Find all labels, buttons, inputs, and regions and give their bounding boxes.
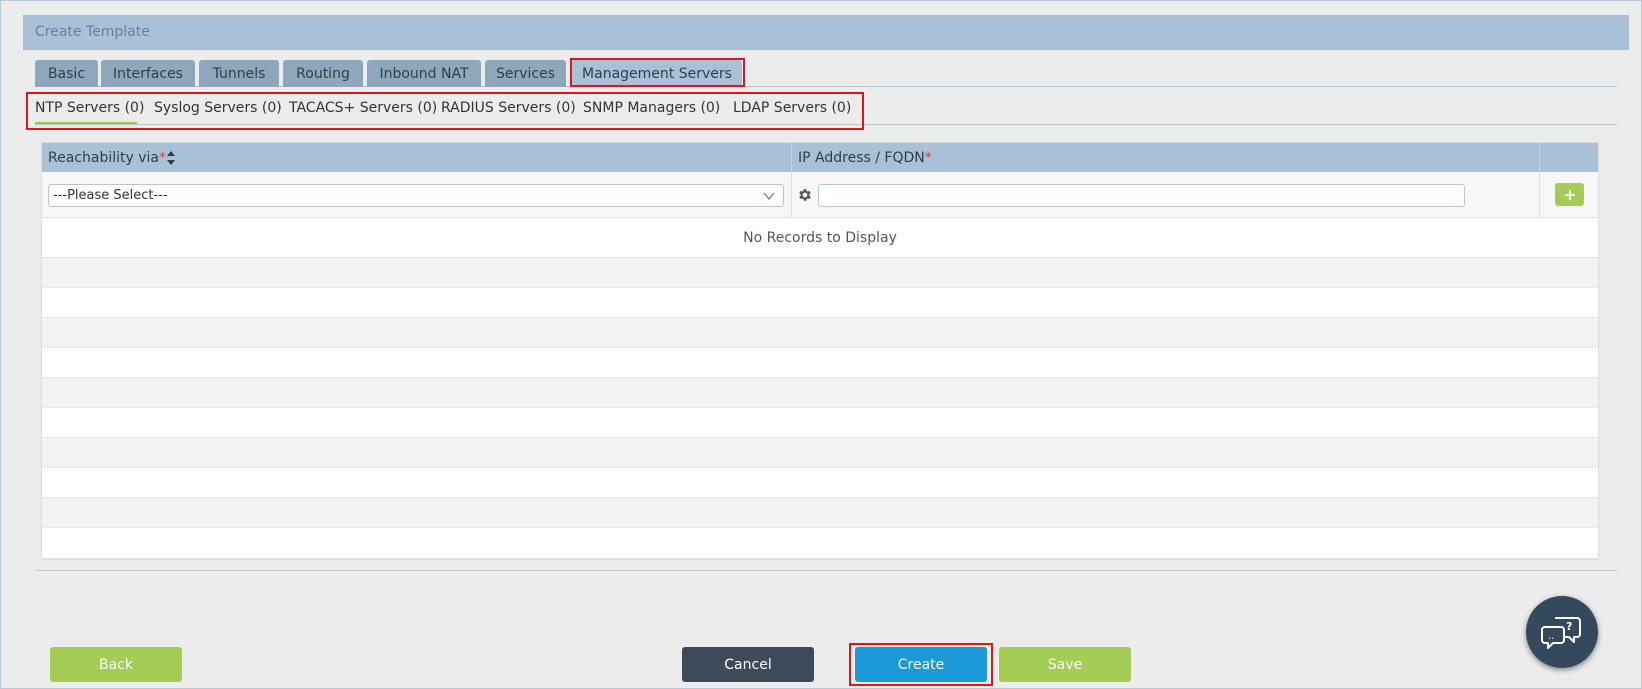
subtab-radius-servers[interactable]: RADIUS Servers (0) [441,100,576,116]
subtab-snmp-managers[interactable]: SNMP Managers (0) [583,100,720,116]
empty-table-row [42,378,1598,408]
tab-tunnels[interactable]: Tunnels [199,60,279,87]
tab-routing[interactable]: Routing [283,60,363,87]
empty-table-row [42,288,1598,318]
empty-table-row [42,408,1598,438]
required-marker: * [924,150,932,166]
row-divider [791,172,792,218]
empty-message: No Records to Display [42,218,1598,258]
reachability-select-value: ---Please Select--- [53,188,168,203]
footer-divider [35,570,1617,571]
plus-icon [1564,189,1575,200]
required-marker: * [158,150,166,166]
column-header-reachability-label: Reachability via [48,150,159,166]
add-row-button[interactable] [1555,183,1584,206]
cancel-button[interactable]: Cancel [682,647,814,682]
empty-table-row [42,528,1598,559]
grid-input-row: ---Please Select--- [42,172,1598,218]
servers-grid: Reachability via* IP Address / FQDN* ---… [41,142,1599,560]
empty-table-row [42,468,1598,498]
back-button[interactable]: Back [50,647,182,682]
empty-table-row [42,318,1598,348]
column-header-reachability[interactable]: Reachability via* [48,150,166,166]
template-titlebar: Create Template [23,15,1629,50]
column-header-ip-label: IP Address / FQDN [798,150,925,166]
save-button[interactable]: Save [999,647,1131,682]
row-divider [1539,172,1540,218]
subtab-ntp-servers[interactable]: NTP Servers (0) [35,100,144,116]
chevron-down-icon [763,192,775,201]
help-chat-button[interactable]: ? .. [1526,596,1598,668]
tab-management-servers[interactable]: Management Servers [572,60,742,87]
svg-text:?: ? [1566,620,1572,633]
subtabs-divider [35,124,1617,125]
reachability-select[interactable]: ---Please Select--- [48,184,784,207]
ip-address-input[interactable] [818,184,1465,207]
empty-table-row [42,258,1598,288]
grid-header: Reachability via* IP Address / FQDN* [42,143,1598,172]
subtab-tacacs-servers[interactable]: TACACS+ Servers (0) [289,100,437,116]
tab-services[interactable]: Services [485,60,566,87]
subtab-ldap-servers[interactable]: LDAP Servers (0) [733,100,851,116]
empty-table-row [42,348,1598,378]
page-title: Create Template [35,24,150,40]
header-divider [791,143,792,172]
empty-table-row [42,438,1598,468]
empty-table-row [42,498,1598,528]
header-divider [1539,143,1540,172]
help-chat-icon: ? .. [1541,617,1581,649]
svg-text:..: .. [1548,631,1554,642]
sort-icon[interactable] [166,150,176,166]
column-header-ip-address: IP Address / FQDN* [798,150,932,166]
gear-icon[interactable] [797,187,813,203]
tab-inbound-nat[interactable]: Inbound NAT [367,60,481,87]
subtab-syslog-servers[interactable]: Syslog Servers (0) [154,100,282,116]
tab-interfaces[interactable]: Interfaces [101,60,195,87]
tab-basic[interactable]: Basic [35,60,98,87]
create-button[interactable]: Create [855,647,987,682]
